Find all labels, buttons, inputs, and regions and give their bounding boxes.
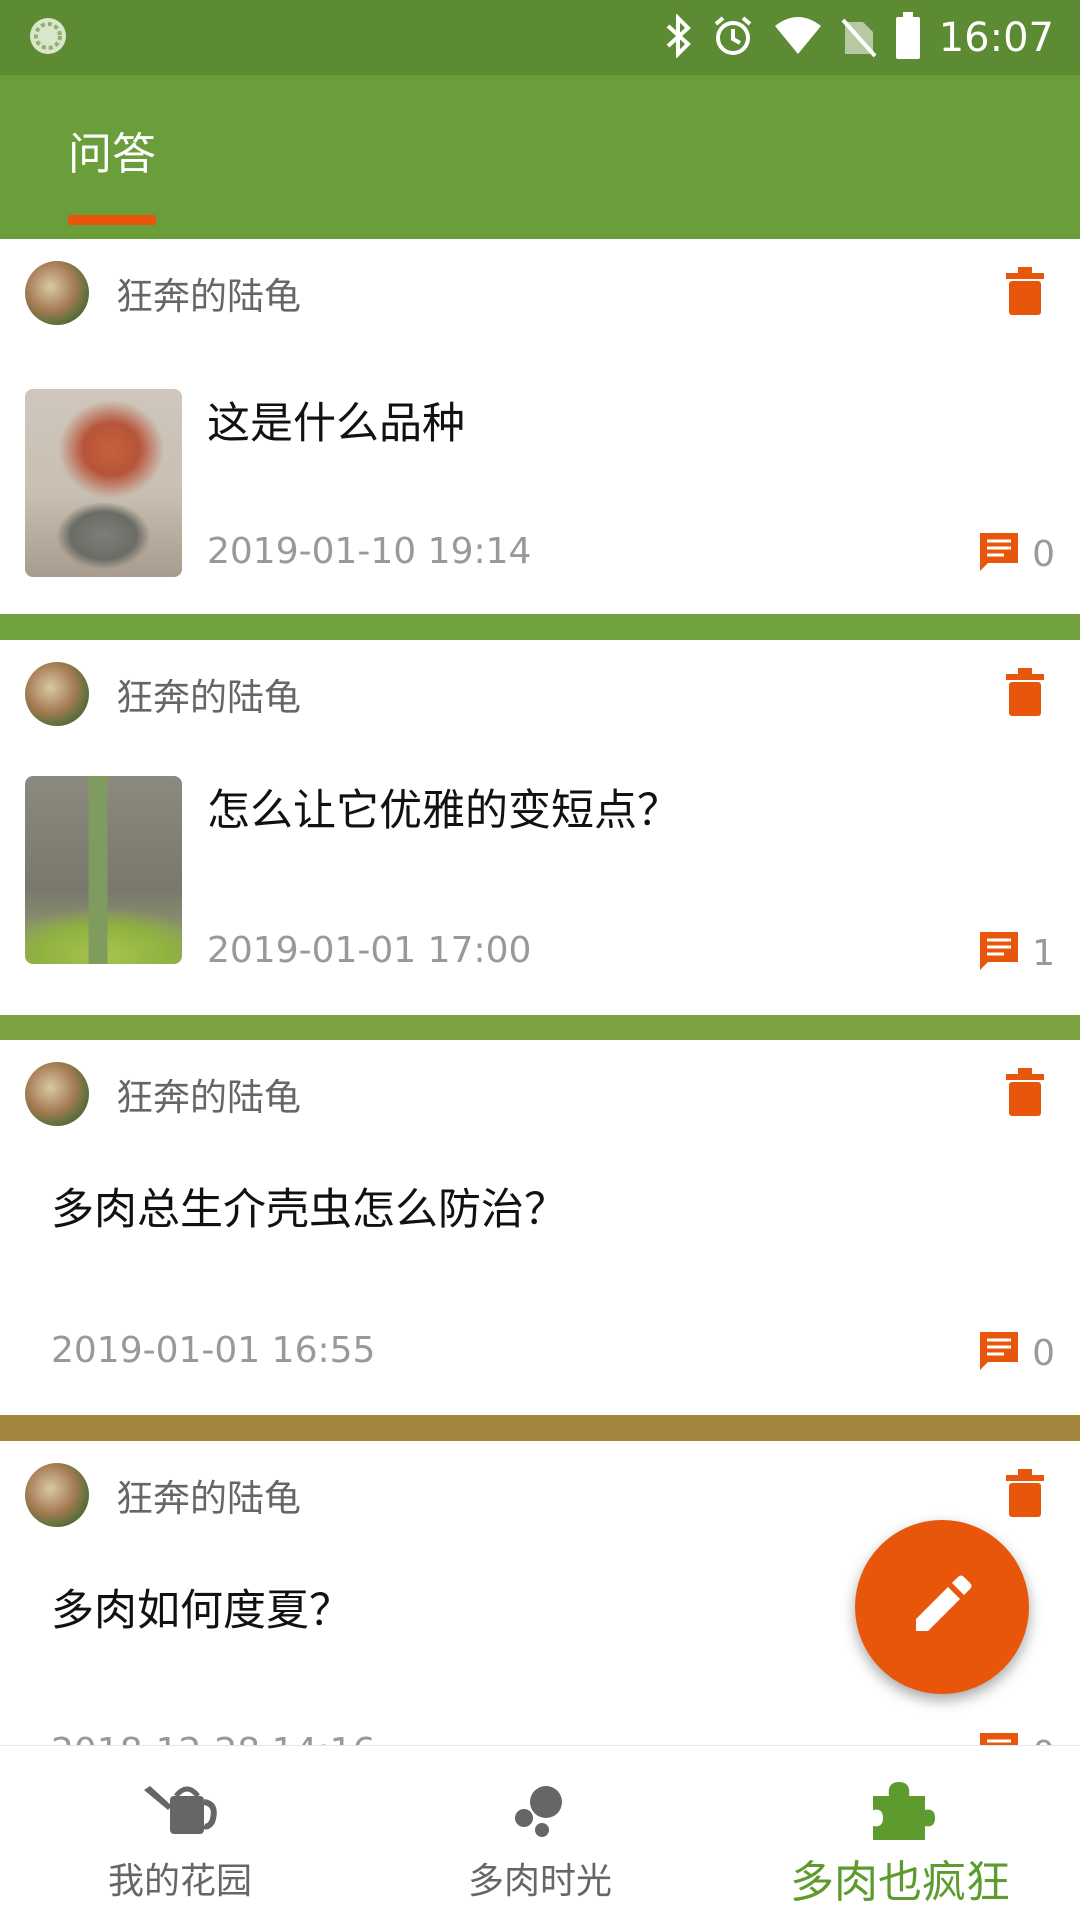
avatar[interactable] [25, 662, 89, 726]
delete-button[interactable] [990, 1059, 1060, 1129]
post-card[interactable]: 狂奔的陆龟 多肉总生介壳虫怎么防治？ 2019-01-01 16:55 0 [0, 1040, 1080, 1415]
bubbles-icon [510, 1778, 570, 1842]
post-card[interactable]: 狂奔的陆龟 这是什么品种 2019-01-10 19:14 0 [0, 239, 1080, 614]
avatar[interactable] [25, 261, 89, 325]
post-title: 怎么让它优雅的变短点？ [207, 786, 680, 836]
tab-indicator [68, 215, 156, 225]
comment-count[interactable]: 0 [978, 1731, 1055, 1745]
trash-icon [1006, 1068, 1044, 1120]
trash-icon [1006, 1469, 1044, 1521]
bluetooth-icon [663, 12, 693, 62]
username: 狂奔的陆龟 [116, 275, 301, 318]
wifi-icon [773, 14, 823, 62]
status-time: 16:07 [938, 14, 1054, 61]
comment-icon [978, 531, 1020, 577]
status-bar: 16:07 [0, 0, 1080, 75]
nav-item-succulent-crazy[interactable]: 多肉也疯狂 [720, 1746, 1080, 1920]
trash-icon [1006, 668, 1044, 720]
nav-item-succulent-time[interactable]: 多肉时光 [360, 1746, 720, 1920]
avatar[interactable] [25, 1062, 89, 1126]
comment-icon [978, 1330, 1020, 1376]
comment-count-value: 0 [1032, 1734, 1055, 1746]
username: 狂奔的陆龟 [116, 1477, 301, 1520]
delete-button[interactable] [990, 659, 1060, 729]
post-title: 多肉如何度夏？ [51, 1586, 352, 1636]
comment-count-value: 0 [1032, 1332, 1055, 1374]
alarm-icon [711, 14, 755, 62]
post-card[interactable]: 狂奔的陆龟 怎么让它优雅的变短点？ 2019-01-01 17:00 1 [0, 640, 1080, 1015]
comment-count[interactable]: 0 [978, 531, 1055, 577]
nav-label: 我的花园 [107, 1861, 252, 1902]
username: 狂奔的陆龟 [116, 676, 301, 719]
tab-qa[interactable]: 问答 [68, 75, 156, 225]
puzzle-icon [865, 1778, 935, 1842]
post-time: 2019-01-01 17:00 [207, 930, 532, 971]
username: 狂奔的陆龟 [116, 1076, 301, 1119]
battery-icon [895, 11, 921, 64]
app-bar: 问答 [0, 75, 1080, 225]
post-time: 2019-01-01 16:55 [51, 1330, 376, 1371]
comment-count-value: 0 [1032, 533, 1055, 575]
post-title: 这是什么品种 [207, 399, 465, 449]
loading-icon [26, 14, 70, 62]
watering-can-icon [142, 1778, 218, 1842]
avatar[interactable] [25, 1463, 89, 1527]
post-image[interactable] [25, 776, 182, 964]
nav-label: 多肉时光 [467, 1861, 612, 1902]
nav-item-my-garden[interactable]: 我的花园 [0, 1746, 360, 1920]
trash-icon [1006, 267, 1044, 319]
post-time: 2018-12-28 14:16 [51, 1731, 375, 1745]
comment-icon [978, 1731, 1020, 1745]
tab-label: 问答 [68, 129, 156, 180]
post-title: 多肉总生介壳虫怎么防治？ [51, 1185, 567, 1235]
delete-button[interactable] [990, 258, 1060, 328]
delete-button[interactable] [990, 1460, 1060, 1530]
no-sim-icon [841, 14, 877, 62]
comment-count[interactable]: 1 [978, 930, 1055, 976]
pencil-icon [910, 1573, 974, 1641]
bottom-nav: 我的花园 多肉时光 多肉也疯狂 [0, 1745, 1080, 1920]
comment-icon [978, 930, 1020, 976]
compose-fab[interactable] [855, 1520, 1029, 1694]
post-time: 2019-01-10 19:14 [207, 531, 532, 572]
nav-label: 多肉也疯狂 [790, 1857, 1010, 1908]
comment-count-value: 1 [1032, 932, 1055, 974]
post-image[interactable] [25, 389, 182, 577]
comment-count[interactable]: 0 [978, 1330, 1055, 1376]
post-list[interactable]: 狂奔的陆龟 这是什么品种 2019-01-10 19:14 0 狂奔的陆龟 怎么… [0, 225, 1080, 1745]
